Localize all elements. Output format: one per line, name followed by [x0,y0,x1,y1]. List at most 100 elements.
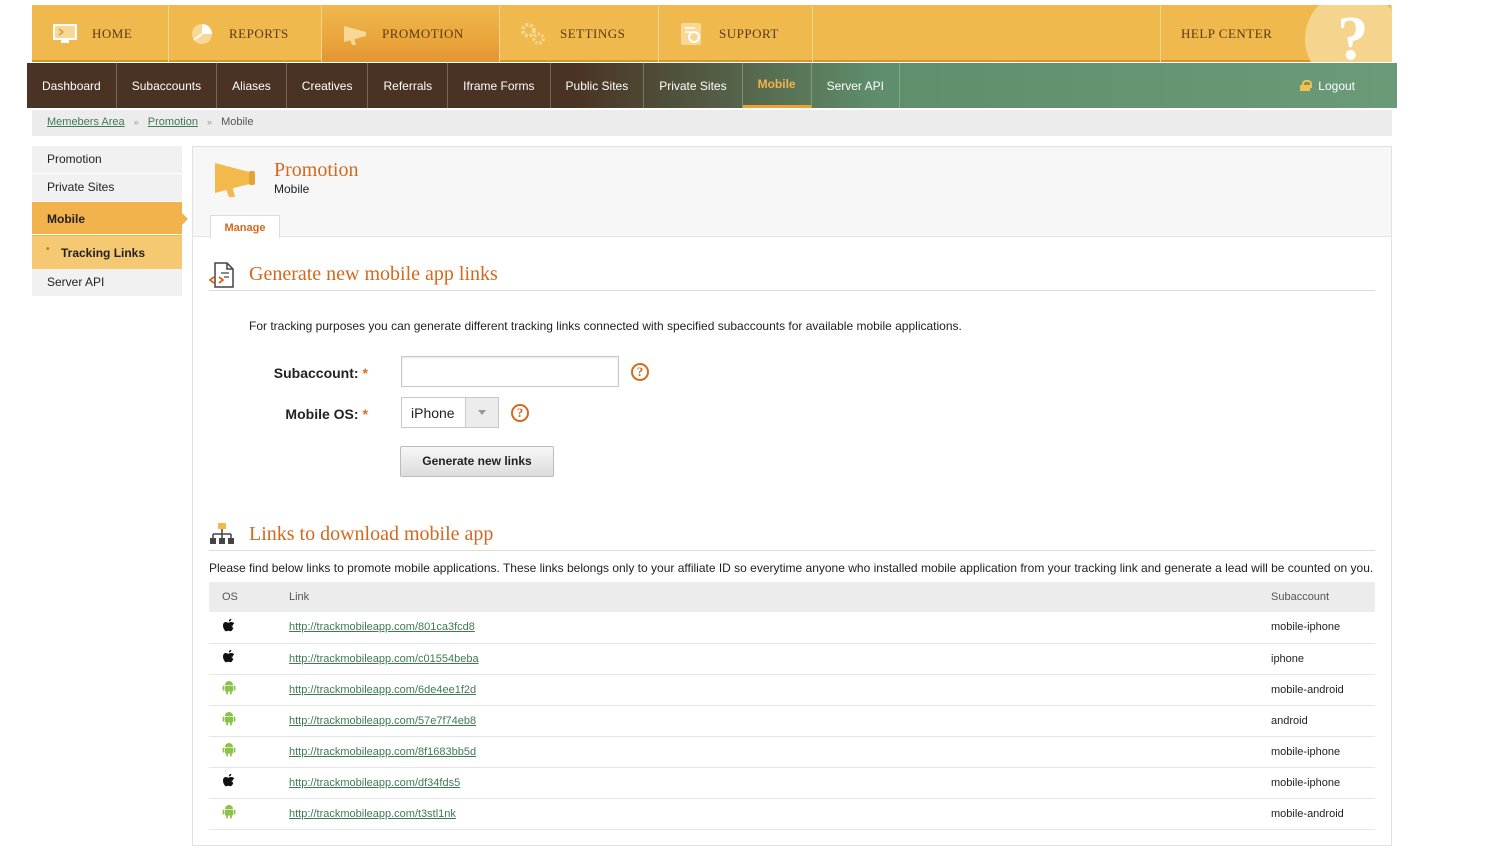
generate-section-header: Generate new mobile app links [208,257,1375,291]
breadcrumb-separator: » [207,117,213,127]
help-question-icon: ? [1305,5,1391,62]
monitor-icon [52,21,78,47]
breadcrumb-current: Mobile [221,116,254,128]
subaccount-cell: mobile-iphone [1258,736,1375,768]
subnav-public-sites[interactable]: Public Sites [551,63,645,108]
table-row: http://trackmobileapp.com/57e7f74eb8 andr… [209,705,1375,737]
tracking-link[interactable]: http://trackmobileapp.com/c01554beba [289,653,479,665]
subnav-private-sites[interactable]: Private Sites [644,63,743,108]
links-table: OS Link Subaccount http://trackmobileapp… [209,582,1375,830]
table-row: http://trackmobileapp.com/t3stl1nk mobile… [209,798,1375,830]
subaccount-help-icon[interactable]: ? [631,363,649,381]
subnav-subaccounts[interactable]: Subaccounts [117,63,218,108]
link-cell: http://trackmobileapp.com/57e7f74eb8 [276,705,1258,737]
apple-icon [222,618,236,637]
table-row: http://trackmobileapp.com/801ca3fcd8 mobi… [209,612,1375,644]
tracking-link[interactable]: http://trackmobileapp.com/801ca3fcd8 [289,621,475,633]
topnav-support[interactable]: SUPPORT [659,5,813,62]
subaccount-cell: mobile-iphone [1258,767,1375,799]
subnav-dashboard[interactable]: Dashboard [27,63,117,108]
page-header: Promotion Mobile Manage [193,147,1391,238]
breadcrumb-promotion[interactable]: Promotion [148,116,198,128]
subaccount-label: Subaccount: * [273,365,368,381]
subaccount-cell: mobile-iphone [1258,612,1375,644]
tracking-link[interactable]: http://trackmobileapp.com/t3stl1nk [289,808,456,820]
column-header-subaccount: Subaccount [1258,582,1375,612]
link-cell: http://trackmobileapp.com/df34fds5 [276,767,1258,799]
sidebar-item-promotion[interactable]: Promotion [32,146,182,174]
links-section-header: Links to download mobile app [209,517,1375,551]
subaccount-cell: mobile-android [1258,798,1375,830]
table-row: http://trackmobileapp.com/6de4ee1f2d mobi… [209,674,1375,706]
apple-icon [222,649,236,668]
os-cell [209,643,276,675]
os-cell [209,736,276,768]
link-cell: http://trackmobileapp.com/801ca3fcd8 [276,612,1258,644]
generate-links-button[interactable]: Generate new links [400,446,554,477]
links-description: Please find below links to promote mobil… [209,561,1374,575]
apple-icon [222,773,236,792]
lock-icon [1300,80,1313,91]
link-cell: http://trackmobileapp.com/c01554beba [276,643,1258,675]
tracking-link[interactable]: http://trackmobileapp.com/57e7f74eb8 [289,715,476,727]
tracking-link[interactable]: http://trackmobileapp.com/df34fds5 [289,777,460,789]
mobile-os-select[interactable]: iPhone [401,397,499,428]
logout-button[interactable]: Logout [1285,63,1397,108]
subaccount-cell: iphone [1258,643,1375,675]
android-icon [222,681,236,699]
chevron-down-icon[interactable] [465,398,498,427]
column-header-os: OS [209,582,276,612]
generate-heading: Generate new mobile app links [249,263,498,285]
topnav-promotion[interactable]: PROMOTION [322,5,500,62]
breadcrumb: Memebers Area » Promotion » Mobile [32,110,1392,136]
os-cell [209,612,276,644]
sidebar-item-tracking-links[interactable]: Tracking Links [32,235,182,269]
os-cell [209,798,276,830]
table-row: http://trackmobileapp.com/8f1683bb5d mobi… [209,736,1375,768]
help-center-link[interactable]: HELP CENTER ? [1160,5,1392,62]
subnav-mobile[interactable]: Mobile [742,63,812,108]
tracking-link[interactable]: http://trackmobileapp.com/8f1683bb5d [289,746,476,758]
topnav-support-label: SUPPORT [719,25,779,41]
links-table-body: http://trackmobileapp.com/801ca3fcd8 mobi… [209,612,1375,830]
subnav-aliases[interactable]: Aliases [217,63,287,108]
subnav-server-api[interactable]: Server API [812,63,900,108]
android-icon [222,805,236,823]
help-center-label: HELP CENTER [1181,25,1273,41]
android-icon [222,743,236,761]
sitemap-icon [209,521,235,552]
sidebar-item-server-api[interactable]: Server API [32,269,182,297]
megaphone-icon [213,157,257,204]
table-row: http://trackmobileapp.com/c01554beba ipho… [209,643,1375,675]
subnav-referrals[interactable]: Referrals [368,63,449,108]
megaphone-icon [342,21,368,47]
tracking-link[interactable]: http://trackmobileapp.com/6de4ee1f2d [289,684,476,696]
topnav-settings[interactable]: SETTINGS [500,5,659,62]
required-marker: * [362,365,368,381]
topnav-reports[interactable]: REPORTS [169,5,322,62]
topnav-settings-label: SETTINGS [560,25,626,41]
breadcrumb-members-area[interactable]: Memebers Area [47,116,125,128]
required-marker: * [362,406,368,422]
table-header-row: OS Link Subaccount [209,582,1375,612]
sidebar-item-private-sites[interactable]: Private Sites [32,174,182,202]
table-row: http://trackmobileapp.com/df34fds5 mobile… [209,767,1375,799]
os-cell [209,705,276,737]
mobile-os-help-icon[interactable]: ? [511,404,529,422]
sidebar-item-mobile[interactable]: Mobile [32,202,188,235]
topnav-promotion-label: PROMOTION [382,25,464,41]
subaccount-input[interactable] [401,356,619,387]
mobile-os-label: Mobile OS: * [285,406,368,422]
sub-navigation: Dashboard Subaccounts Aliases Creatives … [27,63,1397,108]
subnav-iframe-forms[interactable]: Iframe Forms [448,63,551,108]
page-subtitle: Mobile [274,182,310,196]
support-icon [679,21,705,47]
subaccount-cell: android [1258,705,1375,737]
tab-manage[interactable]: Manage [210,215,280,238]
android-icon [222,712,236,730]
sidebar: Promotion Private Sites Mobile Tracking … [32,146,188,297]
link-cell: http://trackmobileapp.com/6de4ee1f2d [276,674,1258,706]
os-cell [209,767,276,799]
subnav-creatives[interactable]: Creatives [287,63,369,108]
topnav-home[interactable]: HOME [32,5,169,62]
